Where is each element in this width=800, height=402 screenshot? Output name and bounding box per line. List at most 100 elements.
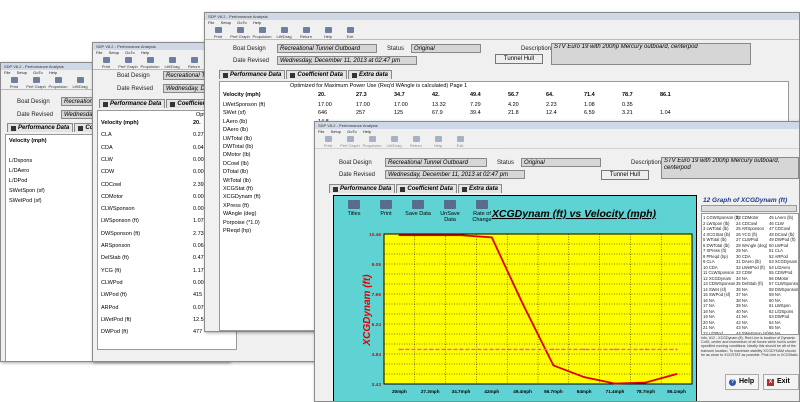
graph-list-item[interactable]: 24 CDCowl (736, 221, 757, 226)
description-field[interactable]: STV Euro 19 with 200hp Mercury outboard,… (551, 43, 751, 65)
propulsion-button[interactable]: Propulsion (361, 135, 383, 148)
print-button[interactable]: Print (317, 135, 339, 148)
exit-button[interactable]: X Exit (763, 374, 799, 390)
graph-list-item[interactable]: 25 ARSponson (736, 226, 764, 231)
menu-setup[interactable]: Setup (331, 129, 341, 134)
graph-list-item[interactable]: 49 DWPod (ft) (769, 237, 796, 242)
date-revised-field[interactable]: Wednesday, December 11, 2013 at 02:47 pm (385, 170, 525, 179)
graph-list-item[interactable]: 57 CLWSponson (769, 281, 798, 286)
tab-performance-data[interactable]: Performance Data (329, 184, 396, 193)
lift-drag-button[interactable]: Lift/Drag (383, 135, 405, 148)
graph-list-item[interactable]: 18 NA (703, 309, 715, 314)
graph-list-item[interactable]: 47 CDCowl (769, 226, 790, 231)
graph-list-item[interactable]: 26 YCG (ft) (736, 232, 757, 237)
graph-list-item[interactable]: 36 NA (736, 287, 748, 292)
perf-graph-button[interactable]: Perf Graph (25, 76, 47, 89)
graph-list-item[interactable]: 12 XCGDynam (703, 276, 731, 281)
tunnel-hull-button[interactable]: Tunnel Hull (601, 170, 649, 180)
graph-list-item[interactable]: 42 NA (736, 320, 748, 325)
date-revised-field[interactable]: Wednesday, December 11, 2013 at 02:47 pm (277, 56, 417, 65)
help-button[interactable]: Help (427, 135, 449, 148)
graph-list-item[interactable]: 61 LWSpon (769, 303, 791, 308)
perf-graph-button[interactable]: Perf Graph (339, 135, 361, 148)
graph-list-item[interactable]: 43 NA (736, 325, 748, 330)
menu-setup[interactable]: Setup (221, 20, 231, 25)
graph-list-item[interactable]: 53 XCGDynam (769, 259, 797, 264)
tab-extra-data[interactable]: Extra data (457, 184, 502, 193)
graph-list[interactable]: 1 CGWSponson (ft) 2 LWSpon (lb) 3 LWTotal … (701, 213, 799, 335)
graph-list-item[interactable]: 22 L/DPod (703, 331, 723, 335)
status-field[interactable]: Original (411, 44, 481, 53)
menu-file[interactable]: File (96, 50, 102, 55)
help-button[interactable]: Help (317, 26, 339, 39)
graph-list-item[interactable]: 48 DCowl (lb) (769, 232, 794, 237)
graph-list-item[interactable]: 5 WTotal (lb) (703, 237, 727, 242)
tab-coefficient-data[interactable]: Coefficient Data (396, 184, 457, 193)
print-button[interactable]: Print (95, 56, 117, 69)
graph-list-item[interactable]: 17 NA (703, 303, 715, 308)
graph-list-item[interactable]: 34 NA (736, 276, 748, 281)
graph-list-item[interactable]: 37 NA (736, 292, 748, 297)
tab-performance-data[interactable]: Performance Data (7, 123, 74, 132)
menu-help[interactable]: Help (363, 129, 371, 134)
menu-help[interactable]: Help (49, 70, 57, 75)
graph-list-item[interactable]: 13 CDWSponson (703, 281, 735, 286)
graph-list-item[interactable]: 64 NA (769, 320, 781, 325)
graph-list-item[interactable]: 14 SWet (sf) (703, 287, 726, 292)
lift-drag-button[interactable]: Lift/Drag (69, 76, 91, 89)
lift-drag-button[interactable]: Lift/Drag (273, 26, 295, 39)
menu-file[interactable]: File (4, 70, 10, 75)
graph-list-item[interactable]: 56 DMotor (769, 276, 789, 281)
graph-list-item[interactable]: 31 DAero (lb) (736, 259, 761, 264)
graph-list-item[interactable]: 62 L/DSpons (769, 309, 793, 314)
menu-goto[interactable]: GoTo (237, 20, 247, 25)
graph-list-scrollbar[interactable] (701, 205, 797, 212)
graph-list-item[interactable]: 20 NA (703, 320, 715, 325)
propulsion-button[interactable]: Propulsion (47, 76, 69, 89)
graph-list-item[interactable]: 58 DWSponson (769, 287, 798, 292)
graph-list-item[interactable]: 10 CDA (703, 265, 718, 270)
graph-list-item[interactable]: 46 CLW (769, 221, 784, 226)
menu-goto[interactable]: GoTo (33, 70, 43, 75)
graph-list-item[interactable]: 45 LAero (lb) (769, 215, 793, 220)
graph-list-item[interactable]: 7 XPress (ft) (703, 248, 726, 253)
graph-list-item[interactable]: 50 LWPod (769, 243, 788, 248)
graph-list-item[interactable]: 30 CDA (736, 254, 751, 259)
menu-help[interactable]: Help (253, 20, 261, 25)
return-button[interactable]: Return (405, 135, 427, 148)
menu-goto[interactable]: GoTo (347, 129, 357, 134)
propulsion-button[interactable]: Propulsion (139, 56, 161, 69)
tab-performance-data[interactable]: Performance Data (219, 70, 286, 79)
graph-list-item[interactable]: 32 LWetPod (ft) (736, 265, 765, 270)
menu-setup[interactable]: Setup (17, 70, 27, 75)
graph-list-item[interactable]: 11 CLWSponson (703, 270, 734, 275)
boat-design-field[interactable]: Recreational Tunnel Outboard (277, 44, 377, 53)
return-button[interactable]: Return (183, 56, 205, 69)
menu-goto[interactable]: GoTo (125, 50, 135, 55)
menu-setup[interactable]: Setup (109, 50, 119, 55)
graph-list-item[interactable]: 15 SWPod (sf) (703, 292, 730, 297)
help-button[interactable]: ? Help (725, 374, 759, 390)
lift-drag-button[interactable]: Lift/Drag (161, 56, 183, 69)
boat-design-field[interactable]: Recreational Tunnel Outboard (385, 158, 487, 167)
graph-list-item[interactable]: 8 PReqd (hp) (703, 254, 728, 259)
graph-list-item[interactable]: 51 CLA (769, 248, 783, 253)
perf-graph-button[interactable]: Perf Graph (229, 26, 251, 39)
graph-list-item[interactable]: 54 L/DAero (769, 265, 790, 270)
graph-list-item[interactable]: 65 NA (769, 325, 781, 330)
graph-list-item[interactable]: 33 CDW (736, 270, 752, 275)
graph-list-item[interactable]: 4 XCGStat (lb) (703, 232, 730, 237)
graph-list-item[interactable]: 1 CGWSponson (ft) (703, 215, 740, 220)
graph-list-item[interactable]: 27 CLWPod (736, 237, 758, 242)
graph-list-item[interactable]: 6 DWTotal (lb) (703, 243, 730, 248)
description-field[interactable]: STV Euro 19 with 200hp Mercury outboard,… (661, 157, 799, 179)
graph-list-item[interactable]: 35 DelStab (ft) (736, 281, 763, 286)
graph-list-item[interactable]: 66 NA (769, 331, 781, 335)
exit-button[interactable]: Exit (339, 26, 361, 39)
graph-list-item[interactable]: 63 DWPod (769, 314, 789, 319)
tunnel-hull-button[interactable]: Tunnel Hull (495, 54, 543, 64)
status-field[interactable]: Original (521, 158, 601, 167)
tab-extra-data[interactable]: Extra data (347, 70, 392, 79)
graph-list-item[interactable]: 55 CDWPod (769, 270, 792, 275)
graph-list-item[interactable]: 19 NA (703, 314, 715, 319)
